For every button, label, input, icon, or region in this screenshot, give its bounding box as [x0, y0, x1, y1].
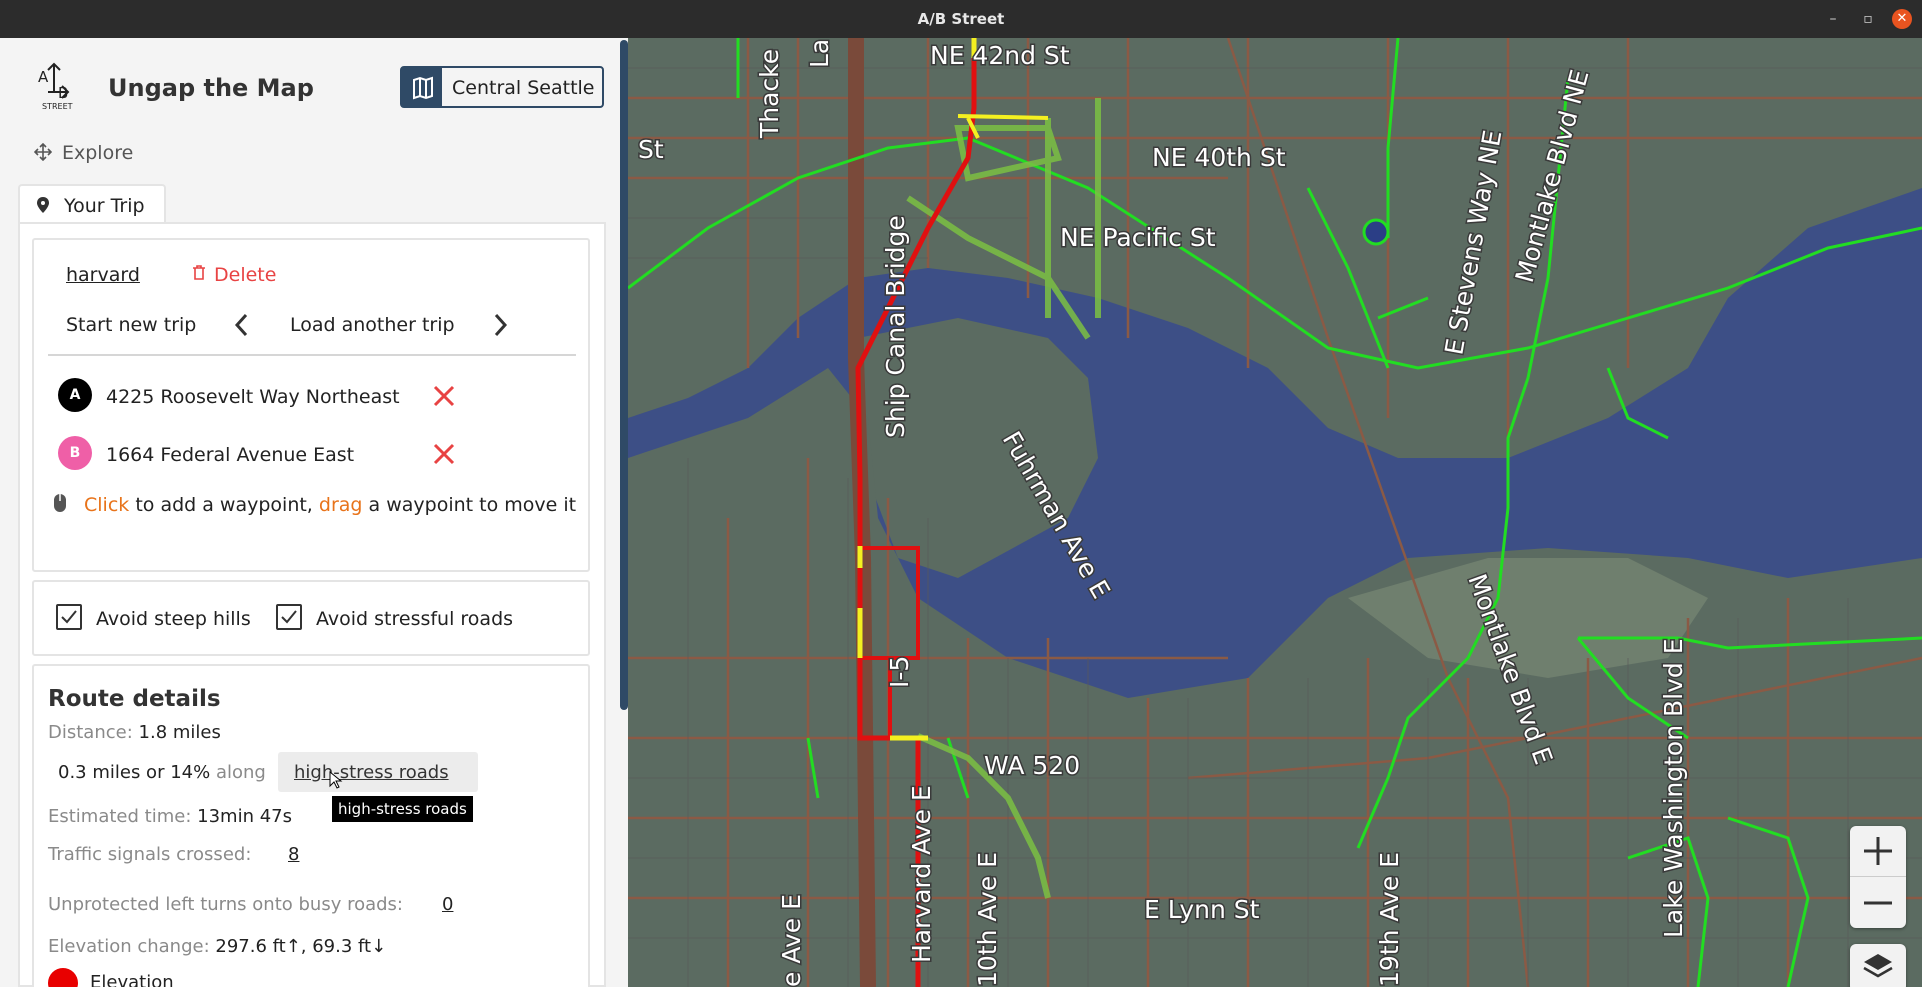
distance-value: 1.8 miles [138, 722, 221, 743]
signals-label: Traffic signals crossed: [48, 844, 252, 865]
app-title: Ungap the Map [108, 74, 314, 102]
map-canvas[interactable]: NE 42nd St NE 40th St NE Pacific St St T… [628, 38, 1922, 987]
time-label: Estimated time: [48, 806, 192, 827]
region-button[interactable]: Central Seattle [400, 66, 604, 108]
map-label-19th: 19th Ave E [1375, 852, 1404, 987]
move-icon [34, 143, 52, 161]
panel-scrollbar[interactable] [620, 40, 628, 710]
delete-label: Delete [214, 264, 277, 286]
close-button[interactable]: ✕ [1892, 9, 1912, 29]
restore-button[interactable]: ▫ [1857, 8, 1879, 30]
waypoint-b-label[interactable]: 1664 Federal Avenue East [106, 444, 354, 466]
route-details-card: Route details Distance: 1.8 miles 0.3 mi… [32, 664, 590, 987]
signals-value[interactable]: 8 [288, 844, 299, 865]
elevation-label: Elevation change: [48, 936, 210, 957]
map-label-wa520: WA 520 [984, 751, 1080, 780]
start-new-trip-button[interactable]: Start new trip [66, 314, 196, 336]
pin-icon [37, 197, 49, 213]
south-land [628, 368, 1922, 987]
layers-button[interactable] [1850, 944, 1906, 987]
region-label: Central Seattle [452, 77, 595, 99]
map-label-lynn: E Lynn St [1144, 895, 1260, 924]
map-label-harvard: Harvard Ave E [907, 785, 936, 963]
distance-row: Distance: 1.8 miles [48, 722, 221, 743]
remove-waypoint-b-icon[interactable] [432, 442, 456, 466]
tooltip: high-stress roads [332, 796, 473, 822]
elevation-row: Elevation change: 297.6 ft↑, 69.3 ft↓ [48, 936, 386, 957]
waypoint-a-badge: A [58, 378, 92, 412]
waypoint-a-label[interactable]: 4225 Roosevelt Way Northeast [106, 386, 400, 408]
map-icon [402, 68, 442, 106]
stress-row: 0.3 miles or 14% along [58, 762, 266, 783]
zoom-out-icon[interactable] [1850, 878, 1906, 928]
load-another-trip-button[interactable]: Load another trip [290, 314, 455, 336]
map-marker[interactable] [1362, 218, 1390, 246]
delete-trip-button[interactable]: Delete [186, 260, 286, 290]
waypoint-hint: Click to add a waypoint, drag a waypoint… [84, 494, 576, 516]
chevron-left-icon[interactable] [232, 312, 252, 338]
route-details-title: Route details [48, 686, 221, 712]
remove-waypoint-a-icon[interactable] [432, 384, 456, 408]
explore-link[interactable]: Explore [34, 140, 154, 168]
stress-along: along [215, 762, 266, 783]
options-card: Avoid steep hills Avoid stressful roads [32, 580, 590, 656]
abstreet-logo[interactable]: A B STREET [34, 60, 78, 111]
zoom-divider [1850, 876, 1906, 877]
map-label-lake-wash: Lake Washington Blvd E [1659, 638, 1688, 938]
hint-drag: drag [318, 494, 363, 516]
trip-card: harvard Delete Start new trip Load anoth… [32, 238, 590, 572]
hint-click: Click [84, 494, 130, 516]
map-label-st: St [638, 135, 664, 164]
trash-icon [193, 265, 205, 280]
map-label-ne42: NE 42nd St [930, 41, 1070, 70]
window-titlebar: A/B Street – ▫ ✕ [0, 0, 1922, 38]
mouse-icon [54, 494, 66, 512]
avoid-stress-checkbox[interactable] [276, 604, 302, 630]
layers-icon [1863, 954, 1893, 978]
map-label-ship-canal: Ship Canal Bridge [881, 215, 910, 438]
elevation-legend-label: Elevation [90, 972, 174, 987]
high-stress-roads-link: high-stress roads [294, 762, 449, 783]
avoid-hills-label: Avoid steep hills [96, 608, 251, 630]
zoom-controls [1850, 826, 1906, 928]
high-stress-roads-button[interactable]: high-stress roads [278, 752, 478, 792]
tab-your-trip[interactable]: Your Trip [18, 184, 166, 224]
map-label-pacific: NE Pacific St [1060, 223, 1216, 252]
map-label-i5: I-5 [885, 656, 914, 688]
avoid-hills-checkbox[interactable] [56, 604, 82, 630]
side-panel: A B STREET Ungap the Map Central Seattle… [0, 38, 628, 987]
logo-subtext: STREET [42, 102, 73, 111]
map-label-la: La [805, 39, 834, 68]
trip-name-link[interactable]: harvard [66, 264, 140, 286]
elevation-legend-swatch [48, 968, 78, 987]
hint-mid: to add a waypoint, [135, 494, 313, 516]
distance-label: Distance: [48, 722, 133, 743]
waypoint-b-badge: B [58, 436, 92, 470]
explore-label: Explore [62, 142, 134, 164]
left-turns-value[interactable]: 0 [442, 894, 453, 915]
window-title: A/B Street [917, 10, 1005, 28]
divider [48, 354, 576, 356]
left-turns-label: Unprotected left turns onto busy roads: [48, 894, 403, 915]
time-value: 13min 47s [197, 806, 292, 827]
svg-text:A: A [38, 68, 49, 86]
map-label-thacke: Thacke [755, 49, 784, 139]
tab-your-trip-label: Your Trip [64, 195, 145, 217]
chevron-right-icon[interactable] [490, 312, 510, 338]
map-label-ne40: NE 40th St [1152, 143, 1286, 172]
cursor-icon [329, 770, 343, 789]
signals-row: Traffic signals crossed: [48, 844, 251, 865]
map-svg[interactable]: NE 42nd St NE 40th St NE Pacific St St T… [628, 38, 1922, 987]
avoid-stress-label: Avoid stressful roads [316, 608, 514, 630]
time-row: Estimated time: 13min 47s [48, 806, 292, 827]
minimize-button[interactable]: – [1822, 8, 1844, 30]
map-label-e-ave: e Ave E [777, 894, 806, 987]
map-label-tenth: 10th Ave E [973, 852, 1002, 987]
elevation-value: 297.6 ft↑, 69.3 ft↓ [215, 936, 387, 957]
zoom-in-icon[interactable] [1850, 826, 1906, 876]
stress-amount: 0.3 miles or 14% [58, 762, 211, 783]
hint-end: a waypoint to move it [368, 494, 577, 516]
